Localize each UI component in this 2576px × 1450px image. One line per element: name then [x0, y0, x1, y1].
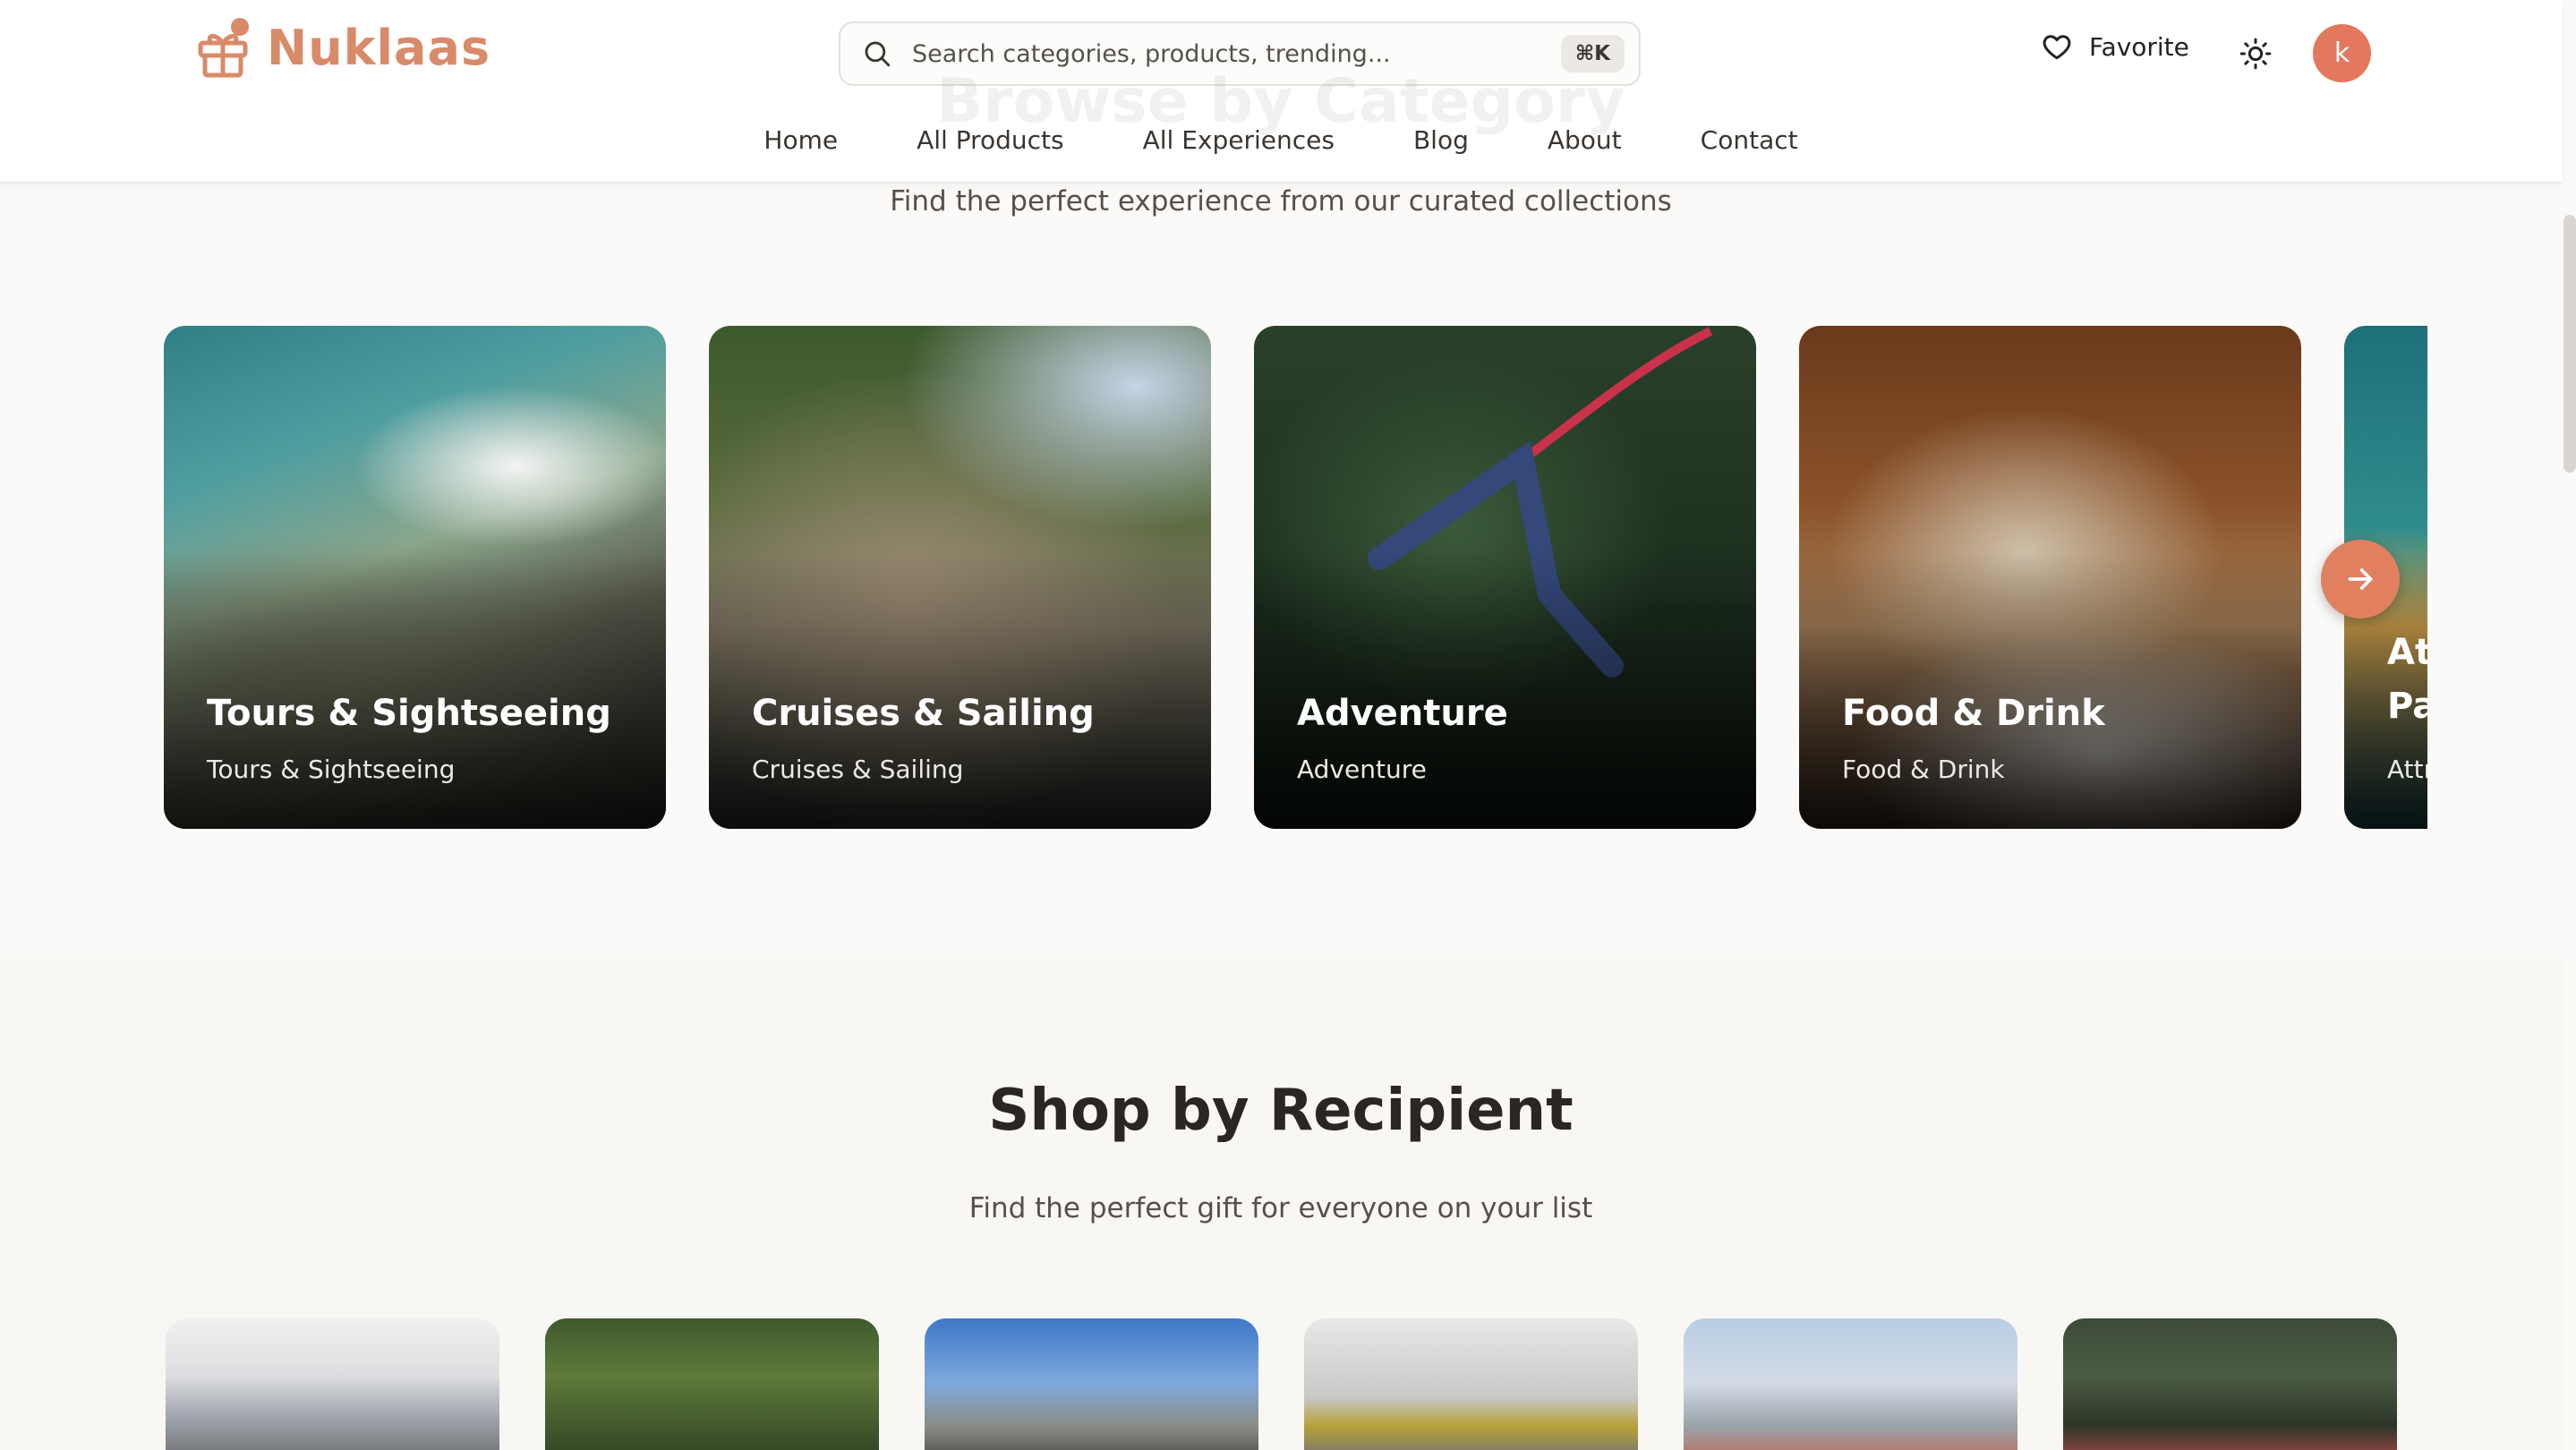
recipient-card[interactable]	[1684, 1318, 2017, 1450]
recipient-subtitle: Find the perfect gift for everyone on yo…	[968, 1192, 1593, 1224]
recipient-title: Shop by Recipient	[988, 1078, 1574, 1144]
category-card-cruises[interactable]: Cruises & Sailing Cruises & Sailing	[709, 326, 1211, 829]
gift-icon	[198, 18, 249, 78]
recipient-card[interactable]	[925, 1318, 1258, 1450]
nav-all-experiences[interactable]: All Experiences	[1143, 125, 1335, 155]
category-card-tours[interactable]: Tours & Sightseeing Tours & Sightseeing	[164, 326, 666, 829]
category-card-food-drink[interactable]: Food & Drink Food & Drink	[1799, 326, 2301, 829]
search-bar[interactable]: ⌘K	[839, 21, 1641, 86]
recipient-card[interactable]	[2063, 1318, 2397, 1450]
nav-about[interactable]: About	[1548, 125, 1622, 155]
search-shortcut-badge: ⌘K	[1560, 35, 1625, 72]
category-subtitle: Food & Drink	[1842, 755, 2005, 784]
category-title-line2: Pa	[2387, 686, 2427, 727]
arrow-right-icon	[2348, 568, 2373, 590]
search-input[interactable]	[912, 39, 1561, 68]
nav-all-products[interactable]: All Products	[917, 125, 1064, 155]
sun-icon[interactable]	[2238, 36, 2273, 72]
carousel-next-button[interactable]	[2321, 540, 2400, 618]
page-scrollbar[interactable]	[2563, 215, 2576, 473]
nav-blog[interactable]: Blog	[1413, 125, 1469, 155]
category-subtitle: Adventure	[1297, 755, 1427, 784]
heart-icon	[2043, 35, 2071, 60]
category-carousel: Tours & Sightseeing Tours & Sightseeing …	[164, 326, 2427, 829]
category-title: Adventure	[1297, 693, 1508, 734]
category-subtitle: Attr	[2387, 755, 2427, 784]
favorite-button[interactable]: Favorite	[2041, 30, 2189, 63]
search-icon	[865, 41, 891, 67]
site-header: Nuklaas ⌘K Favorite k Home All Products …	[0, 0, 2562, 183]
category-title: Tours & Sightseeing	[207, 693, 611, 734]
nav-home[interactable]: Home	[763, 125, 838, 155]
brand-logo[interactable]: Nuklaas	[195, 16, 490, 79]
nav-contact[interactable]: Contact	[1701, 125, 1798, 155]
category-title: Cruises & Sailing	[752, 693, 1095, 734]
category-subtitle: Cruises & Sailing	[752, 755, 964, 784]
favorite-label: Favorite	[2089, 31, 2189, 62]
recipient-card[interactable]	[1304, 1318, 1638, 1450]
category-title: Food & Drink	[1842, 693, 2105, 734]
recipient-card[interactable]	[545, 1318, 879, 1450]
recipient-card[interactable]	[166, 1318, 499, 1450]
brand-name: Nuklaas	[267, 19, 491, 76]
main-nav: Home All Products All Experiences Blog A…	[0, 125, 2562, 155]
category-title: At	[2387, 632, 2427, 673]
user-avatar[interactable]: k	[2313, 24, 2371, 82]
categories-subtitle: Find the perfect experience from our cur…	[890, 185, 1672, 218]
category-card-adventure[interactable]: Adventure Adventure	[1254, 326, 1756, 829]
category-subtitle: Tours & Sightseeing	[207, 755, 456, 784]
